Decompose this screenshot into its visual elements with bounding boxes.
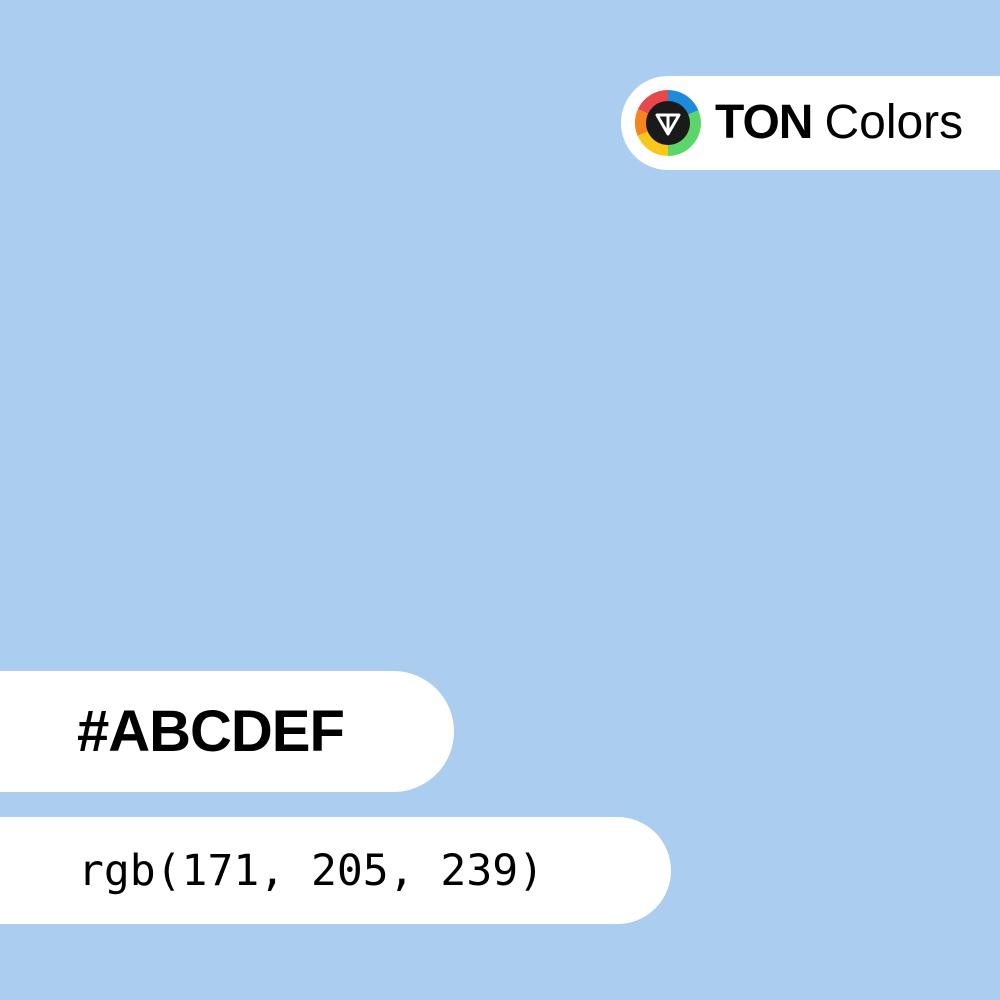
ton-logo-icon — [635, 90, 701, 156]
brand-name-regular: Colors — [824, 96, 964, 149]
brand-badge: TON Colors — [621, 76, 1000, 170]
rgb-value-label: rgb(171, 205, 239) — [78, 845, 544, 896]
hex-code-label: #ABCDEF — [77, 699, 345, 764]
hex-code-pill: #ABCDEF — [0, 671, 454, 792]
brand-name: TON Colors — [715, 76, 963, 170]
brand-name-bold: TON — [715, 96, 813, 149]
rgb-value-pill: rgb(171, 205, 239) — [0, 817, 671, 924]
